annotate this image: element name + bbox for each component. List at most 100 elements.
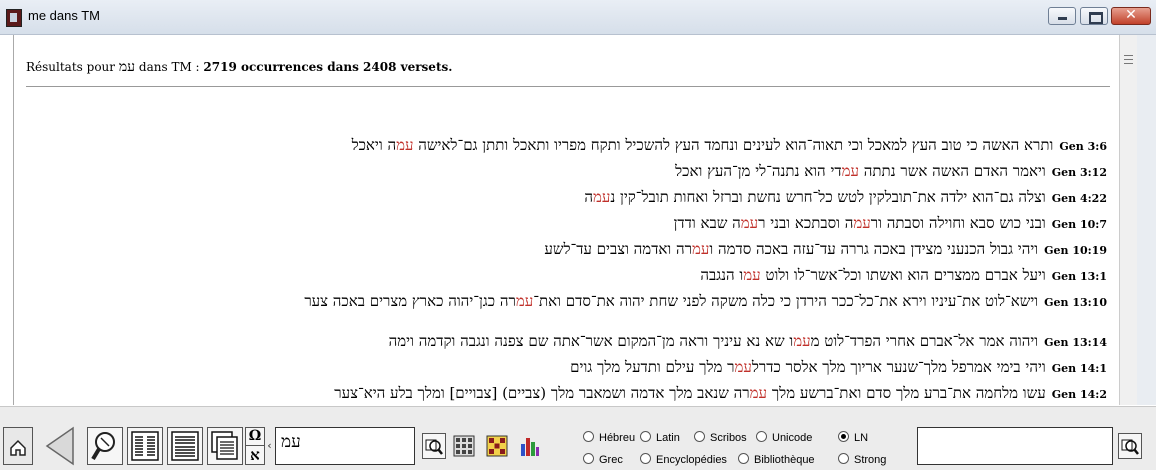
verse-row[interactable]: Gen 13:14 ויהוה אמר אל־אברם אחרי הפרד־לוט… [389, 332, 1107, 351]
radio-encyclopédies[interactable]: Encyclopédies [640, 453, 727, 466]
radio-strong[interactable]: Strong [838, 453, 886, 466]
grid-icon [453, 435, 475, 457]
radio-label: Scribos [710, 432, 747, 444]
verse-text: ויהוה אמר אל־אברם אחרי הפרד־לוט מ [810, 332, 1039, 350]
home-button[interactable] [3, 427, 33, 465]
concordance-button[interactable] [452, 434, 476, 458]
layout-rows-button[interactable] [167, 427, 203, 465]
verse-text: ויעל אברם ממצרים הוא ואשתו וכל־אשר־לו ול… [760, 266, 1046, 284]
app-icon [6, 9, 22, 27]
bottom-toolbar: Ω א ‹ עמ Hébreu Latin Scribos Unicode LN Gre… [0, 406, 1156, 470]
radio-dot-icon[interactable] [583, 453, 594, 464]
chevron-left-icon[interactable]: ‹ [265, 439, 274, 452]
omega-icon: Ω [246, 428, 264, 446]
verse-reference[interactable]: Gen 13:1 [1052, 270, 1107, 283]
match-highlight: עמ [743, 266, 761, 284]
columns-icon [131, 431, 159, 461]
radio-dot-icon[interactable] [838, 453, 849, 464]
radio-scribos[interactable]: Scribos [694, 431, 747, 444]
verse-row[interactable]: Gen 14:2 עשו מלחמה את־ברע מלך סדם ואת־ברש… [334, 384, 1107, 403]
verse-text: רה ואדמה וצבים עד־לשע [544, 240, 693, 258]
maximize-button[interactable] [1080, 7, 1108, 25]
layout-windows-button[interactable] [207, 427, 243, 465]
search-icon [1121, 439, 1139, 455]
layout-columns-button[interactable] [127, 427, 163, 465]
search-button[interactable] [422, 433, 446, 459]
radio-dot-icon[interactable] [640, 431, 651, 442]
match-highlight: עמ [749, 384, 768, 402]
scroll-grip-icon[interactable] [1124, 55, 1133, 64]
verse-reference[interactable]: Gen 14:1 [1052, 362, 1107, 375]
verse-text: וצלה גם־הוא ילדה את־תובלקין לטש כל־חרש נ… [610, 188, 1046, 206]
back-arrow-icon [45, 426, 74, 466]
verse-row[interactable]: Gen 13:1 ויעל אברם ממצרים הוא ואשתו וכל־א… [700, 266, 1107, 285]
results-prefix: Résultats pour [26, 60, 116, 74]
verse-text: עשו מלחמה את־ברע מלך סדם ואת־ברשע מלך [767, 384, 1046, 402]
radio-unicode[interactable]: Unicode [756, 431, 812, 444]
radio-dot-icon[interactable] [756, 431, 767, 442]
stacked-windows-icon [211, 431, 238, 460]
verse-text: ויהי גבול הכנעני מצידן באכה גררה עד־עזה … [709, 240, 1039, 258]
back-button[interactable] [41, 425, 79, 467]
verse-text: וישא־לוט את־עיניו וירא את־כל־ככר הירדן כ… [533, 292, 1039, 310]
radio-label: Latin [656, 432, 680, 444]
radio-dot-icon[interactable] [583, 431, 594, 442]
radio-label: Unicode [772, 432, 813, 444]
verse-row[interactable]: Gen 10:19 ויהי גבול הכנעני מצידן באכה גרר… [544, 240, 1107, 259]
radio-dot-icon[interactable] [838, 431, 849, 442]
verse-row[interactable]: Gen 3:6 ותרא האשה כי טוב העץ למאכל וכי תא… [352, 136, 1107, 155]
verse-reference[interactable]: Gen 13:10 [1044, 296, 1107, 309]
search-input[interactable]: עמ [275, 427, 415, 465]
secondary-search-input[interactable] [917, 427, 1113, 465]
verse-reference[interactable]: Gen 4:22 [1052, 192, 1107, 205]
results-summary: Résultats pour עמ dans TM : 2719 occurre… [26, 59, 452, 76]
radio-label: Strong [854, 454, 887, 466]
radio-dot-icon[interactable] [694, 431, 705, 442]
verse-row[interactable]: Gen 3:12 ויאמר האדם האשה אשר נתתה עמדי הו… [675, 162, 1107, 181]
results-count: 2719 occurrences dans 2408 versets. [203, 60, 453, 74]
radio-label: Hébreu [599, 432, 636, 444]
matrix-icon [486, 435, 508, 457]
verse-text: ר מלך עילם ותדעל מלך גוים [570, 358, 735, 376]
vertical-scrollbar[interactable] [1119, 35, 1138, 405]
verse-row[interactable]: Gen 4:22 וצלה גם־הוא ילדה את־תובלקין לטש … [584, 188, 1107, 207]
verse-text: רה שנאב מלך אדמה ושמאבר מלך (צביים) [צבו… [334, 384, 750, 402]
verse-reference[interactable]: Gen 3:6 [1059, 140, 1107, 153]
match-highlight: עמ [692, 240, 710, 258]
verse-text: ה ויאכל [351, 136, 397, 154]
verse-text: ובני כוש סבא וחוילה וסבתה ור [870, 214, 1046, 232]
bar-chart-icon [521, 438, 539, 456]
radio-latin[interactable]: Latin [640, 431, 680, 444]
match-highlight: עמ [515, 292, 534, 310]
minimize-button[interactable] [1048, 7, 1076, 25]
close-button[interactable]: ✕ [1111, 7, 1151, 25]
verse-row[interactable]: Gen 14:1 ויהי בימי אמרפל מלך־שנער אריוך מ… [570, 358, 1107, 377]
title-bar: me dans TM ✕ [0, 0, 1156, 35]
radio-ln[interactable]: LN [838, 431, 868, 444]
aleph-icon: א [250, 446, 260, 464]
verse-row[interactable]: Gen 13:10 וישא־לוט את־עיניו וירא את־כל־ככ… [304, 292, 1107, 311]
secondary-search-button[interactable] [1118, 433, 1142, 459]
radio-dot-icon[interactable] [738, 453, 749, 464]
radio-grec[interactable]: Grec [583, 453, 623, 466]
radio-bibliothèque[interactable]: Bibliothèque [738, 453, 815, 466]
alphabet-toggle-button[interactable]: Ω א [245, 427, 265, 465]
verse-text: רה כגן־יהוה כארץ מצרים באכה צער [304, 292, 516, 310]
match-highlight: עמ [853, 214, 871, 232]
magnifier-icon [91, 432, 115, 461]
verse-row[interactable]: Gen 10:7ובני כוש סבא וחוילה וסבתה ורעמה … [674, 214, 1107, 233]
radio-hébreu[interactable]: Hébreu [583, 431, 635, 444]
verse-reference[interactable]: Gen 13:14 [1044, 336, 1107, 349]
verse-text: ו הנגבה [700, 266, 744, 284]
verse-reference[interactable]: Gen 10:19 [1044, 244, 1107, 257]
radio-dot-icon[interactable] [640, 453, 651, 464]
verse-text: ו שא נא עיניך וראה מן־המקום אשר־אתה שם צ… [388, 332, 794, 350]
verse-text: ויאמר האדם האשה אשר נתתה [859, 162, 1046, 180]
statistics-button[interactable] [518, 434, 542, 458]
verse-reference[interactable]: Gen 10:7 [1052, 218, 1107, 231]
zoom-button[interactable] [87, 427, 123, 465]
window-title: me dans TM [28, 8, 101, 23]
verse-reference[interactable]: Gen 14:2 [1052, 388, 1107, 401]
verse-reference[interactable]: Gen 3:12 [1052, 166, 1107, 179]
matrix-button[interactable] [485, 434, 509, 458]
